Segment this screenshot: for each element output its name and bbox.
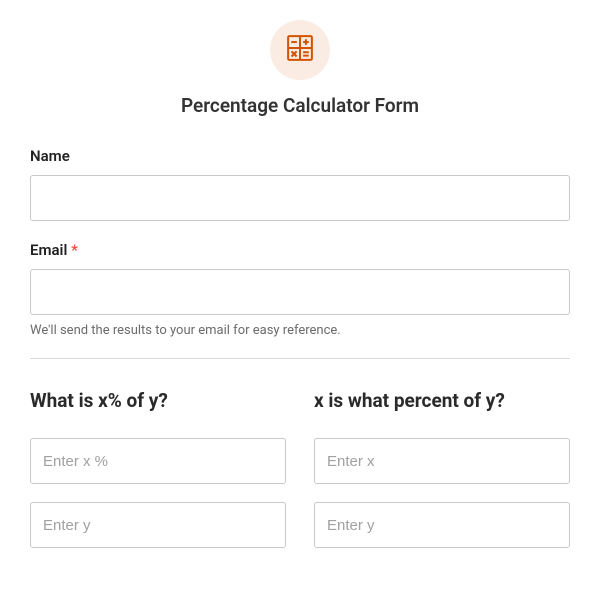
required-mark: *: [71, 241, 78, 259]
divider: [30, 358, 570, 359]
what-percent-column: x is what percent of y?: [314, 389, 570, 566]
email-field: Email * We'll send the results to your e…: [30, 241, 570, 338]
percent-of-title: What is x% of y?: [30, 389, 286, 412]
percent-of-x-input[interactable]: [30, 438, 286, 484]
what-percent-x-input[interactable]: [314, 438, 570, 484]
calculator-icon: [285, 33, 315, 67]
what-percent-title: x is what percent of y?: [314, 389, 570, 412]
what-percent-y-input[interactable]: [314, 502, 570, 548]
page-title: Percentage Calculator Form: [30, 94, 570, 117]
percent-of-column: What is x% of y?: [30, 389, 286, 566]
email-helper: We'll send the results to your email for…: [30, 323, 570, 338]
percent-of-y-input[interactable]: [30, 502, 286, 548]
header-icon-wrap: [270, 20, 330, 80]
email-label-text: Email: [30, 241, 67, 259]
name-field: Name: [30, 147, 570, 221]
calculator-columns: What is x% of y? x is what percent of y?: [30, 389, 570, 566]
email-label: Email *: [30, 241, 570, 259]
name-input[interactable]: [30, 175, 570, 221]
name-label: Name: [30, 147, 570, 165]
email-input[interactable]: [30, 269, 570, 315]
